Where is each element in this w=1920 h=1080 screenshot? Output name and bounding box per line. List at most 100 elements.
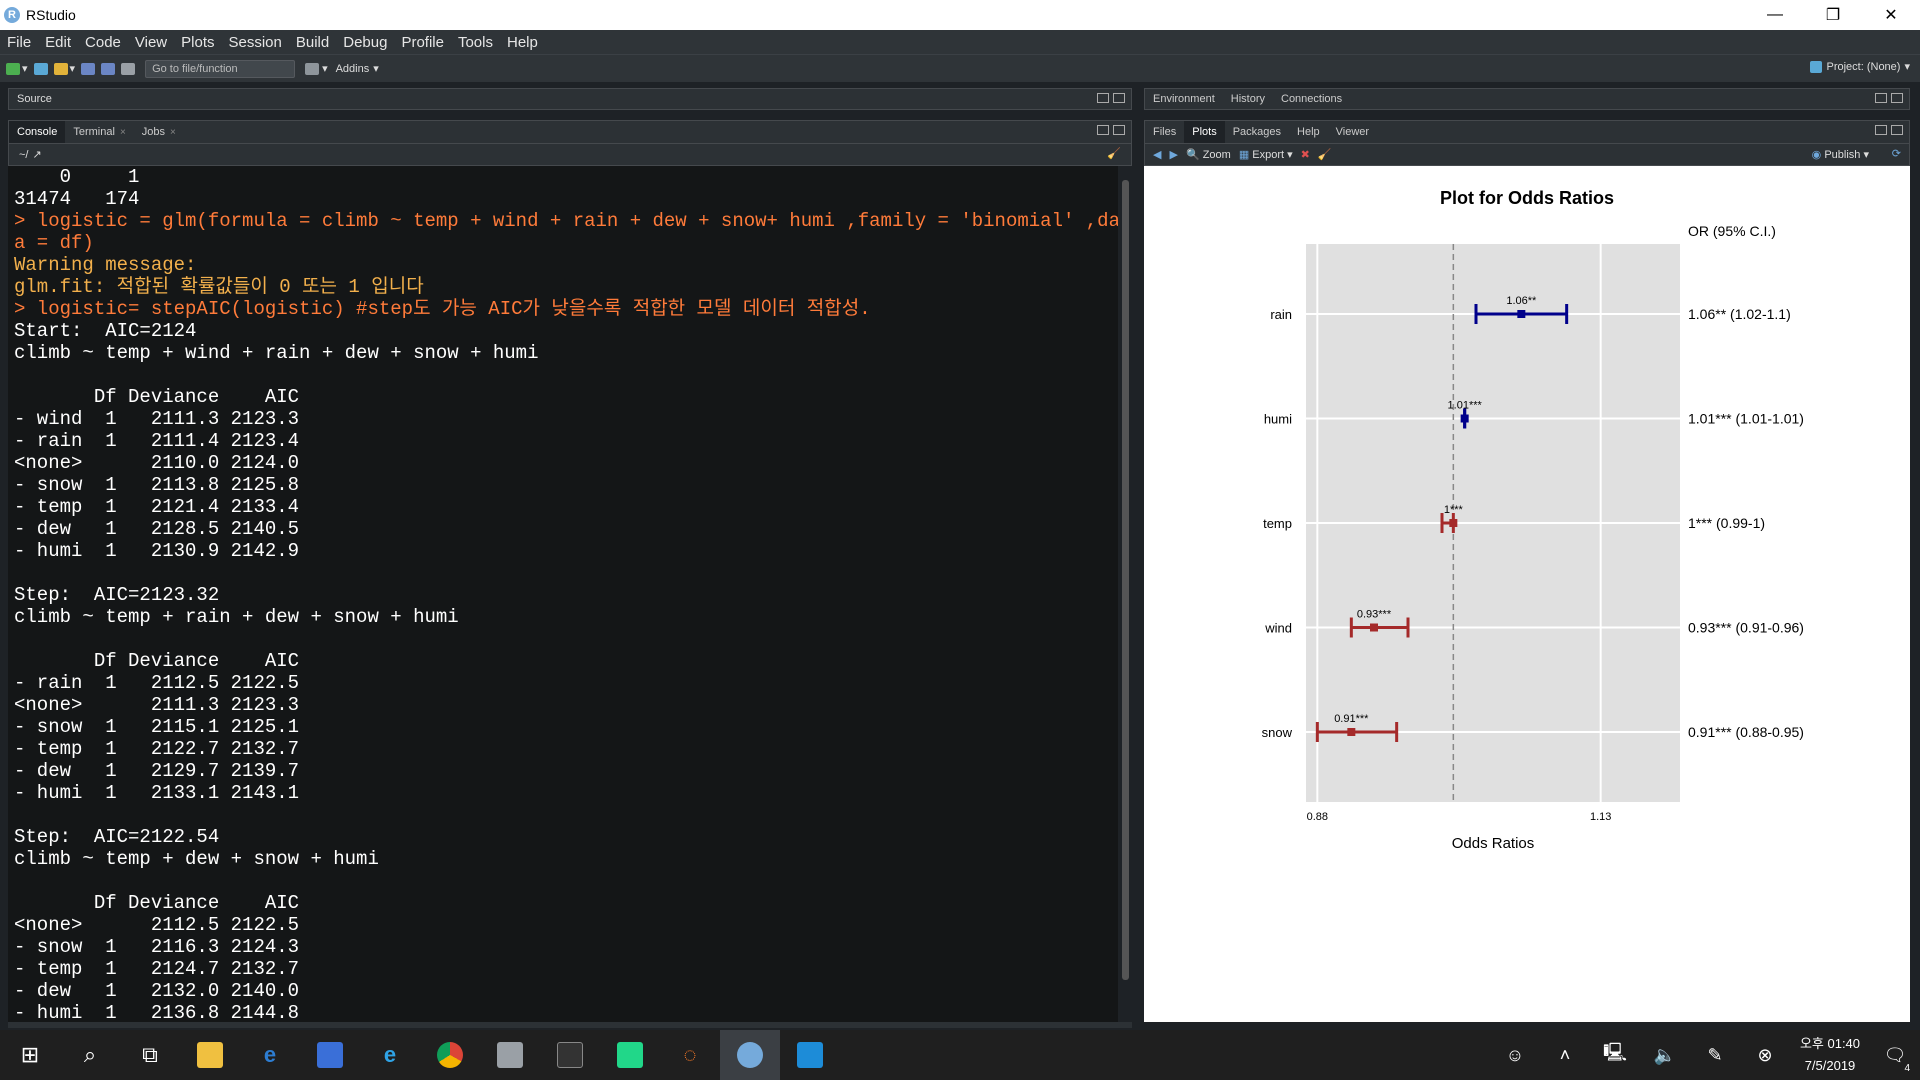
source-pane-label: Source xyxy=(17,93,52,105)
forest-plot: Plot for Odds Ratios OR (95% C.I.) 1.06** r… xyxy=(1262,188,1804,852)
tab-packages[interactable]: Packages xyxy=(1225,121,1289,143)
tab-terminal[interactable]: Terminal × xyxy=(65,121,133,143)
clear-console-icon[interactable]: 🧹 xyxy=(1107,147,1121,160)
row-label: humi xyxy=(1264,412,1292,427)
menu-item-plots[interactable]: Plots xyxy=(174,34,221,51)
tab-console[interactable]: Console xyxy=(9,121,66,143)
clock[interactable]: 오후 01:40 7/5/2019 xyxy=(1790,1033,1870,1077)
remove-plot-icon[interactable]: ✖ xyxy=(1301,148,1310,161)
console-line: - rain 1 2111.4 2123.4 xyxy=(14,430,300,452)
menu-item-edit[interactable]: Edit xyxy=(38,34,78,51)
forward-arrow-icon[interactable]: ▶ xyxy=(1169,148,1177,161)
close-button[interactable]: ✕ xyxy=(1862,0,1920,30)
refresh-icon[interactable]: ⟳ xyxy=(1892,147,1901,160)
new-file-button[interactable]: ▾ xyxy=(6,61,28,77)
print-icon[interactable] xyxy=(121,61,136,77)
estimate-label: 0.91*** xyxy=(1334,713,1369,725)
pen-icon[interactable]: ✎ xyxy=(1690,1045,1740,1066)
publish-button[interactable]: ◉ Publish ▾ xyxy=(1812,148,1869,161)
console-line: - temp 1 2121.4 2133.4 xyxy=(14,496,300,518)
people-icon[interactable]: ☺ xyxy=(1490,1045,1540,1066)
chrome-icon[interactable] xyxy=(420,1030,480,1080)
maximize-pane-icon[interactable] xyxy=(1891,125,1903,135)
minimize-pane-icon[interactable] xyxy=(1875,125,1887,135)
back-arrow-icon[interactable]: ◀ xyxy=(1153,148,1161,161)
open-file-button[interactable]: ▾ xyxy=(53,61,75,77)
tab-jobs[interactable]: Jobs × xyxy=(134,121,184,143)
tab-help-label: Help xyxy=(1297,126,1320,138)
estimate-label: 1.06** xyxy=(1506,295,1537,307)
jupyter-icon[interactable]: ◌ xyxy=(660,1030,720,1080)
ime-icon[interactable]: ⊗ xyxy=(1740,1045,1790,1066)
estimate-label: 1.01*** xyxy=(1448,400,1483,412)
menu-item-code[interactable]: Code xyxy=(78,34,128,51)
file-explorer-icon[interactable] xyxy=(180,1030,240,1080)
new-project-button[interactable] xyxy=(33,61,48,77)
console-line: Df Deviance AIC xyxy=(14,386,300,408)
menu-item-build[interactable]: Build xyxy=(289,34,336,51)
save-icon[interactable] xyxy=(81,61,96,77)
pycharm-icon[interactable] xyxy=(600,1030,660,1080)
zoom-button[interactable]: 🔍 Zoom xyxy=(1186,148,1231,161)
tab-connections[interactable]: Connections xyxy=(1273,89,1350,109)
console-scrollbar[interactable] xyxy=(1118,166,1132,1022)
menu-item-debug[interactable]: Debug xyxy=(336,34,394,51)
save-all-icon[interactable] xyxy=(101,61,116,77)
tab-history[interactable]: History xyxy=(1223,89,1273,109)
console-output[interactable]: 0 1 31474 174 > logistic = glm(formula = c… xyxy=(8,166,1118,1022)
tab-viewer[interactable]: Viewer xyxy=(1328,121,1377,143)
maximize-pane-icon[interactable] xyxy=(1113,93,1125,103)
go-to-directory-icon[interactable]: ↗ xyxy=(32,148,41,161)
menu-item-view[interactable]: View xyxy=(128,34,174,51)
start-button[interactable]: ⊞ xyxy=(0,1030,60,1080)
tab-files[interactable]: Files xyxy=(1145,121,1184,143)
menu-item-tools[interactable]: Tools xyxy=(451,34,500,51)
restore-button[interactable]: ❐ xyxy=(1804,0,1862,30)
rstudio-taskbar-icon[interactable] xyxy=(720,1030,780,1080)
project-menu[interactable]: Project: (None) ▾ xyxy=(1810,60,1910,73)
workspace-panes-button[interactable]: ▾ xyxy=(305,61,328,77)
network-tool-icon[interactable] xyxy=(480,1030,540,1080)
addins-label: Addins xyxy=(335,62,370,75)
point-estimate xyxy=(1460,414,1469,423)
minimize-pane-icon[interactable] xyxy=(1097,93,1109,103)
menu-item-session[interactable]: Session xyxy=(222,34,289,51)
internet-explorer-icon[interactable]: e xyxy=(360,1030,420,1080)
export-button[interactable]: ▦ Export ▾ xyxy=(1239,148,1293,161)
minimize-button[interactable]: — xyxy=(1746,0,1804,30)
menu-item-help[interactable]: Help xyxy=(500,34,545,51)
search-icon[interactable]: ⌕ xyxy=(60,1030,120,1080)
goto-file-input[interactable]: Go to file/function xyxy=(145,59,296,78)
show-hidden-icons[interactable]: ˄ xyxy=(1540,1045,1590,1066)
notification-center-icon[interactable]: 🗨 4 xyxy=(1870,1045,1920,1074)
addins-menu[interactable]: Addins ▾ xyxy=(336,61,379,77)
console-line: <none> 2112.5 2122.5 xyxy=(14,914,300,936)
store-icon[interactable] xyxy=(300,1030,360,1080)
maximize-pane-icon[interactable] xyxy=(1113,125,1125,135)
row-label: wind xyxy=(1264,621,1292,636)
menu-item-profile[interactable]: Profile xyxy=(394,34,451,51)
minimize-pane-icon[interactable] xyxy=(1097,125,1109,135)
clear-plots-icon[interactable]: 🧹 xyxy=(1318,148,1332,161)
scrollbar-thumb[interactable] xyxy=(1122,180,1129,980)
network-icon[interactable]: 🖳 xyxy=(1590,1040,1640,1070)
task-view-icon[interactable]: ⧉ xyxy=(120,1030,180,1080)
close-tab-icon[interactable]: × xyxy=(170,127,176,138)
tab-files-label: Files xyxy=(1153,126,1177,138)
close-tab-icon[interactable]: × xyxy=(120,127,126,138)
menu-item-file[interactable]: File xyxy=(0,34,38,51)
minimize-pane-icon[interactable] xyxy=(1875,93,1887,103)
tab-plots[interactable]: Plots xyxy=(1184,121,1225,143)
console-line: > logistic= stepAIC(logistic) #step도 가능 … xyxy=(14,298,871,320)
x-axis-label: Odds Ratios xyxy=(1452,835,1535,852)
edge-browser-icon[interactable]: e xyxy=(240,1030,300,1080)
console-line: Df Deviance AIC xyxy=(14,650,300,672)
volume-icon[interactable]: 🔈 xyxy=(1640,1045,1690,1066)
maximize-pane-icon[interactable] xyxy=(1891,93,1903,103)
tab-environment[interactable]: Environment xyxy=(1145,89,1223,109)
terminal-icon[interactable] xyxy=(540,1030,600,1080)
tab-help[interactable]: Help xyxy=(1289,121,1328,143)
tab-terminal-label: Terminal xyxy=(73,126,115,138)
docker-icon[interactable] xyxy=(780,1030,840,1080)
